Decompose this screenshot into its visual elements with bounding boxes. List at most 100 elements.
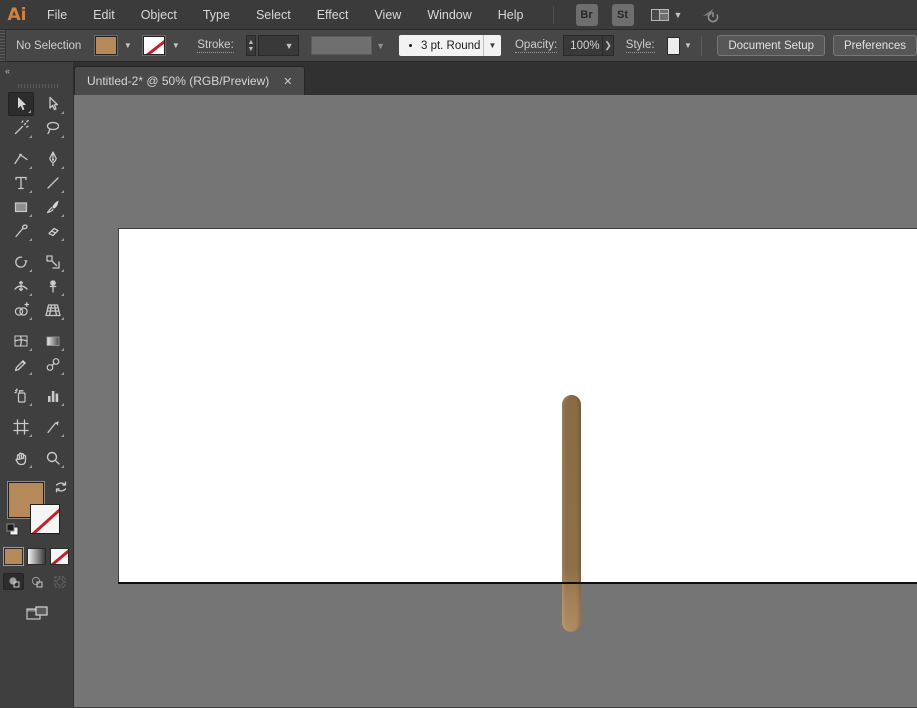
zoom-tool[interactable]	[40, 446, 66, 470]
column-graph-tool[interactable]	[40, 384, 66, 408]
rotate-tool[interactable]	[8, 250, 34, 274]
stroke-weight-label[interactable]: Stroke:	[197, 39, 233, 53]
eyedropper-tool[interactable]	[8, 353, 34, 377]
control-bar: No Selection ▼ ▼ Stroke: ▲▼ ▼ ▼ 3 pt. Ro…	[0, 30, 917, 62]
menu-effect[interactable]: Effect	[304, 0, 362, 30]
draw-behind-button[interactable]	[26, 573, 47, 590]
workspace-switcher[interactable]: ▼	[650, 7, 683, 23]
menu-type[interactable]: Type	[190, 0, 243, 30]
close-tab-icon[interactable]: ✕	[283, 75, 292, 88]
perspective-grid-tool[interactable]	[40, 298, 66, 322]
stepper-up-icon[interactable]: ▲	[247, 39, 254, 46]
fill-color-swatch[interactable]	[95, 36, 117, 55]
blend-tool[interactable]	[40, 353, 66, 377]
direct-selection-tool[interactable]	[40, 92, 66, 116]
document-setup-button[interactable]: Document Setup	[717, 35, 825, 56]
stroke-none-swatch[interactable]	[143, 36, 165, 55]
control-bar-grip[interactable]	[0, 30, 6, 61]
mesh-tool[interactable]	[8, 329, 34, 353]
illustrator-logo: Ai	[0, 5, 34, 25]
type-tool[interactable]	[8, 171, 34, 195]
pen-tool[interactable]	[40, 147, 66, 171]
gradient-tool[interactable]	[40, 329, 66, 353]
menubar-separator	[553, 6, 554, 24]
document-tab-title: Untitled-2* @ 50% (RGB/Preview)	[87, 74, 269, 88]
artboard-bottom-edge	[118, 582, 917, 584]
tools-panel: «	[0, 62, 74, 707]
gpu-performance-icon[interactable]	[700, 6, 722, 24]
chevron-right-icon[interactable]: ❯	[603, 35, 614, 56]
chevron-down-icon: ▼	[674, 10, 683, 20]
document-tab-bar: Untitled-2* @ 50% (RGB/Preview) ✕	[74, 62, 917, 95]
rectangle-tool[interactable]	[8, 195, 34, 219]
chevron-down-icon[interactable]: ▼	[120, 36, 135, 55]
main-area: «	[0, 62, 917, 707]
menu-bar: Ai File Edit Object Type Select Effect V…	[0, 0, 917, 30]
shape-builder-tool[interactable]	[8, 298, 34, 322]
symbol-sprayer-tool[interactable]	[8, 384, 34, 408]
artboard-tool[interactable]	[8, 415, 34, 439]
panel-drag-grip[interactable]	[18, 82, 59, 90]
chevron-down-icon[interactable]: ▼	[683, 36, 693, 55]
gradient-button[interactable]	[27, 548, 46, 565]
stroke-color-indicator[interactable]	[30, 504, 60, 534]
chevron-down-icon: ▼	[376, 41, 385, 51]
canvas-pasteboard[interactable]	[74, 95, 917, 707]
graphic-style-swatch[interactable]	[667, 37, 681, 55]
menu-object[interactable]: Object	[128, 0, 190, 30]
selection-tool[interactable]	[8, 92, 34, 116]
scale-tool[interactable]	[40, 250, 66, 274]
preferences-button[interactable]: Preferences	[833, 35, 917, 56]
menu-file[interactable]: File	[34, 0, 80, 30]
stock-button[interactable]: St	[612, 4, 634, 26]
menu-edit[interactable]: Edit	[80, 0, 128, 30]
fill-stroke-controls	[6, 480, 68, 542]
draw-mode-buttons	[0, 573, 73, 590]
line-segment-tool[interactable]	[40, 171, 66, 195]
width-profile-dropdown	[311, 36, 373, 55]
control-bar-separator	[701, 36, 702, 56]
stroke-weight-dropdown[interactable]: ▼	[258, 35, 298, 56]
brush-definition-control[interactable]: 3 pt. Round ▼	[399, 35, 501, 56]
none-button[interactable]	[50, 548, 69, 565]
menu-help[interactable]: Help	[485, 0, 537, 30]
curvature-tool[interactable]	[8, 147, 34, 171]
menu-view[interactable]: View	[361, 0, 414, 30]
brush-definition-field[interactable]: 3 pt. Round	[399, 35, 483, 56]
selection-status: No Selection	[16, 40, 81, 52]
stroke-weight-stepper[interactable]: ▲▼	[246, 35, 256, 56]
color-button[interactable]	[4, 548, 23, 565]
chevron-down-icon: ▼	[285, 41, 294, 51]
swap-fill-stroke-icon[interactable]	[54, 480, 68, 494]
artwork-rounded-stick[interactable]	[562, 395, 581, 632]
stepper-down-icon[interactable]: ▼	[247, 46, 254, 53]
shaper-tool[interactable]	[8, 219, 34, 243]
bridge-button[interactable]: Br	[576, 4, 598, 26]
menu-window[interactable]: Window	[414, 0, 484, 30]
slice-tool[interactable]	[40, 415, 66, 439]
document-tab[interactable]: Untitled-2* @ 50% (RGB/Preview) ✕	[74, 66, 305, 95]
width-tool[interactable]	[8, 274, 34, 298]
opacity-label[interactable]: Opacity:	[515, 39, 557, 53]
draw-normal-button[interactable]	[3, 573, 24, 590]
fill-color-control[interactable]: ▼	[95, 36, 135, 55]
lasso-tool[interactable]	[40, 116, 66, 140]
brush-name: 3 pt. Round	[421, 40, 480, 52]
opacity-input[interactable]: 100%	[563, 35, 603, 56]
artboard[interactable]	[118, 228, 917, 583]
default-fill-stroke-icon[interactable]	[6, 523, 19, 536]
chevron-down-icon[interactable]: ▼	[168, 36, 183, 55]
style-label[interactable]: Style:	[626, 39, 655, 53]
paintbrush-tool[interactable]	[40, 195, 66, 219]
chevron-down-icon[interactable]: ▼	[483, 35, 501, 56]
hand-tool[interactable]	[8, 446, 34, 470]
collapse-panel-button[interactable]: «	[5, 66, 11, 76]
stroke-color-control[interactable]: ▼	[143, 36, 183, 55]
menu-select[interactable]: Select	[243, 0, 304, 30]
menu-items: File Edit Object Type Select Effect View…	[34, 0, 537, 30]
eraser-tool[interactable]	[40, 219, 66, 243]
change-screen-mode-button[interactable]	[22, 603, 52, 625]
color-mode-buttons	[0, 548, 73, 565]
magic-wand-tool[interactable]	[8, 116, 34, 140]
puppet-warp-tool[interactable]	[40, 274, 66, 298]
